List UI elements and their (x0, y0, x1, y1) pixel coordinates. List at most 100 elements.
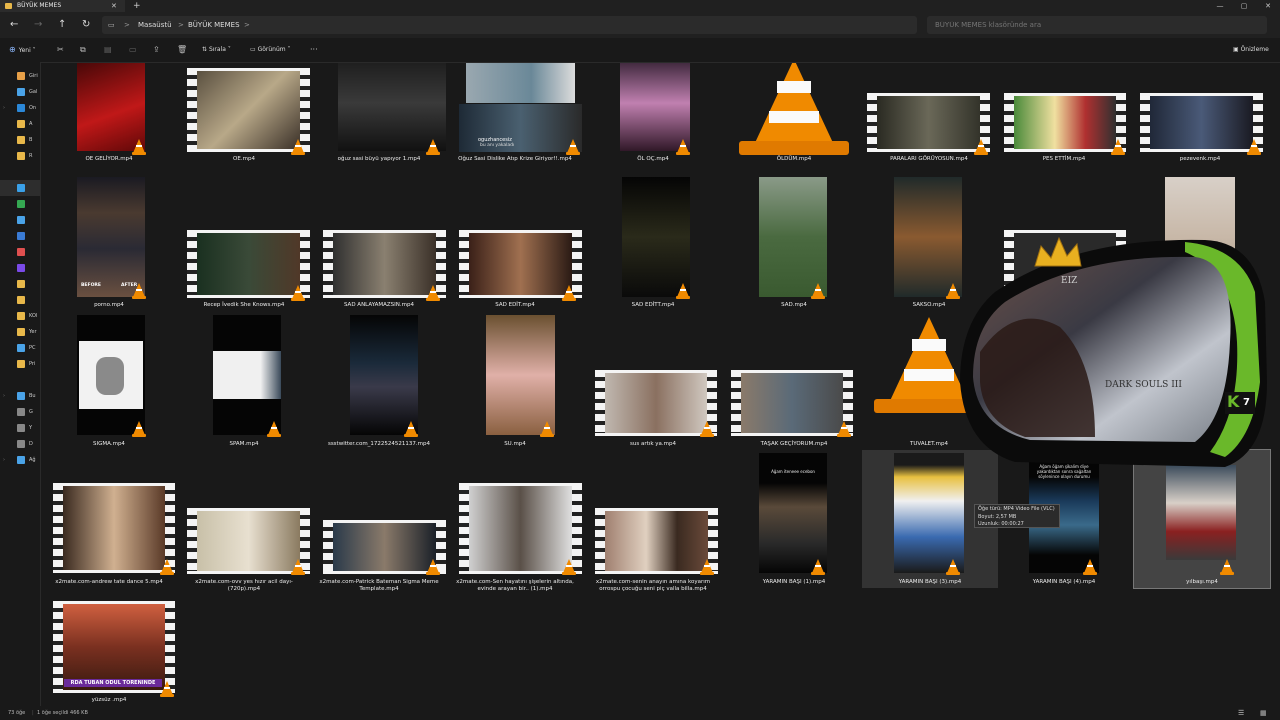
vlc-icon (946, 559, 960, 575)
chevron-right-icon[interactable]: › (3, 452, 5, 468)
file-name: SIGMA.mp4 (93, 441, 125, 447)
sidebar-item[interactable]: Giri (0, 68, 40, 84)
preview-pane-button[interactable]: ▣ Önizleme (1233, 38, 1269, 62)
breadcrumb[interactable]: ▭ > Masaüstü > BÜYÜK MEMES > (102, 16, 917, 34)
sidebar-item[interactable] (0, 196, 40, 212)
sidebar-item[interactable]: › On (0, 100, 40, 116)
file-item[interactable]: SAD EDİT.mp4 (450, 177, 582, 311)
file-item[interactable]: oğuz sasi büyü yapıyor 1.mp4 (314, 63, 446, 189)
up-button[interactable]: ↑ (58, 12, 66, 38)
file-item[interactable]: SAD ANLAYAMAZSIN.mp4 (314, 177, 446, 311)
file-item[interactable]: oguzhancesiz bu anı yakaladı Oğuz Sasi D… (450, 63, 582, 189)
sidebar-item[interactable]: A (0, 116, 40, 132)
file-name: SAD ANLAYAMAZSIN.mp4 (343, 302, 415, 308)
sidebar-item[interactable]: R (0, 148, 40, 164)
file-item[interactable]: OE.mp4 (179, 63, 310, 189)
thumbnails-view-button[interactable]: ▦ (1260, 706, 1267, 720)
chevron-right-icon[interactable]: › (3, 100, 5, 116)
search-box[interactable] (927, 16, 1267, 34)
file-item[interactable]: SAD.mp4 (729, 177, 859, 311)
file-item[interactable]: x2mate.com-ovv yes hızır acil dayı-(720p… (179, 453, 310, 592)
minimize-button[interactable]: — (1208, 0, 1232, 12)
vlc-icon (426, 139, 440, 155)
video-thumbnail (595, 370, 717, 436)
item-count: 73 öğe (8, 710, 26, 716)
file-item[interactable]: TAŞAK GEÇİYORUM.mp4 (729, 315, 859, 449)
sidebar-item-label: G (29, 409, 33, 415)
file-item[interactable]: ssstwitter.com_1722524521137.mp4 (314, 315, 444, 449)
sidebar-item[interactable] (0, 244, 40, 260)
file-item[interactable]: x2mate.com-Sen hayatını şişelerin altınd… (450, 453, 582, 592)
file-item[interactable]: x2mate.com-senin anayın amına koyarım or… (588, 453, 718, 592)
file-item[interactable]: ÖLDÜM.mp4 (729, 63, 859, 189)
file-item[interactable]: SAD EDİTT.mp4 (588, 177, 718, 311)
sidebar-item[interactable]: PC (0, 340, 40, 356)
file-item[interactable]: SU.mp4 (450, 315, 580, 449)
file-item[interactable]: SIGMA.mp4 (44, 315, 174, 449)
sidebar-item[interactable]: Pri (0, 356, 40, 372)
sidebar-item[interactable] (0, 292, 40, 308)
copy-icon[interactable]: ⧉ (80, 38, 86, 62)
paste-icon[interactable]: ▤ (104, 38, 112, 62)
file-item[interactable]: OE GELİYOR.mp4 (44, 63, 174, 189)
new-tab-button[interactable]: + (133, 0, 141, 12)
sidebar-folder-icon (17, 280, 25, 288)
thumb-caption-before: BEFORE (81, 283, 101, 288)
file-item[interactable]: Recep İvedik She Knows.mp4 (179, 177, 310, 311)
sidebar-item[interactable]: Gal (0, 84, 40, 100)
new-label: Yeni (18, 47, 31, 54)
sidebar-item[interactable]: Y (0, 420, 40, 436)
file-name: porno.mp4 (94, 302, 124, 308)
delete-icon[interactable]: 🗑 (177, 38, 187, 62)
sidebar-item[interactable]: D (0, 436, 40, 452)
file-item[interactable]: pezevenk.mp4 (1135, 63, 1265, 189)
sidebar-item-label: A (29, 121, 33, 127)
file-name: SPAM.mp4 (229, 441, 259, 447)
breadcrumb-masaustu[interactable]: Masaüstü (138, 16, 172, 34)
file-item[interactable]: SPAM.mp4 (179, 315, 309, 449)
sidebar-folder-icon (17, 296, 25, 304)
sidebar-folder-icon (17, 312, 25, 320)
sidebar-item[interactable] (0, 212, 40, 228)
cut-icon[interactable]: ✂ (57, 38, 64, 62)
tab-close-icon[interactable]: ✕ (111, 0, 117, 12)
file-item[interactable]: sus artık ya.mp4 (588, 315, 718, 449)
maximize-button[interactable]: ▢ (1232, 0, 1256, 12)
file-item[interactable]: ÖL OÇ.mp4 (588, 63, 718, 189)
close-window-button[interactable]: ✕ (1256, 0, 1280, 12)
breadcrumb-buyuk-memes[interactable]: BÜYÜK MEMES (188, 16, 240, 34)
more-options-button[interactable]: ··· (310, 38, 318, 62)
file-item[interactable]: PES ETTİM.mp4 (999, 63, 1129, 189)
file-item[interactable]: PARALARI GÖRÜYOSUN.mp4 (864, 63, 994, 189)
sidebar-item[interactable]: KOI (0, 308, 40, 324)
sidebar-item[interactable] (0, 276, 40, 292)
file-item[interactable]: RDA TUBAN ODUL TORENINDE yüzsüz .mp4 (44, 591, 175, 706)
sidebar-item[interactable] (0, 260, 40, 276)
file-item[interactable]: x2mate.com-Patrick Bateman Sigma Meme Te… (314, 453, 446, 592)
rename-icon[interactable]: ▭ (129, 38, 137, 62)
tab-buyuk-memes[interactable]: BÜYÜK MEMES ✕ (0, 0, 125, 12)
sidebar-item[interactable] (0, 180, 40, 196)
sidebar-item[interactable]: › Ağ (0, 452, 40, 468)
file-item[interactable]: BEFORE AFTER porno.mp4 (44, 177, 174, 311)
chevron-right-icon[interactable]: › (3, 388, 5, 404)
file-name: sus artık ya.mp4 (630, 441, 676, 447)
new-button[interactable]: ⊕ Yeni ˅ (9, 38, 36, 63)
search-input[interactable] (927, 16, 1263, 34)
share-icon[interactable]: ⇪ (153, 38, 160, 62)
sort-button[interactable]: ⇅ Sırala ˅ (202, 38, 231, 62)
sidebar-folder-icon (17, 360, 25, 368)
back-button[interactable]: ← (10, 12, 18, 38)
details-view-button[interactable]: ☰ (1238, 706, 1244, 720)
file-item[interactable]: Ağam iteneee ecebon YARAMIN BAŞI (1).mp4 (729, 453, 859, 587)
sidebar-item[interactable] (0, 228, 40, 244)
refresh-button[interactable]: ↻ (82, 12, 90, 38)
sidebar-item[interactable]: Yer (0, 324, 40, 340)
sidebar-item-label: PC (29, 345, 36, 351)
forward-button[interactable]: → (34, 12, 42, 38)
sidebar-item[interactable]: G (0, 404, 40, 420)
view-button[interactable]: ▭ Görünüm ˅ (250, 38, 291, 62)
sidebar-item[interactable]: › Bu (0, 388, 40, 404)
file-item[interactable]: x2mate.com-andrew tate dance 5.mp4 (44, 453, 175, 587)
sidebar-item[interactable]: B (0, 132, 40, 148)
